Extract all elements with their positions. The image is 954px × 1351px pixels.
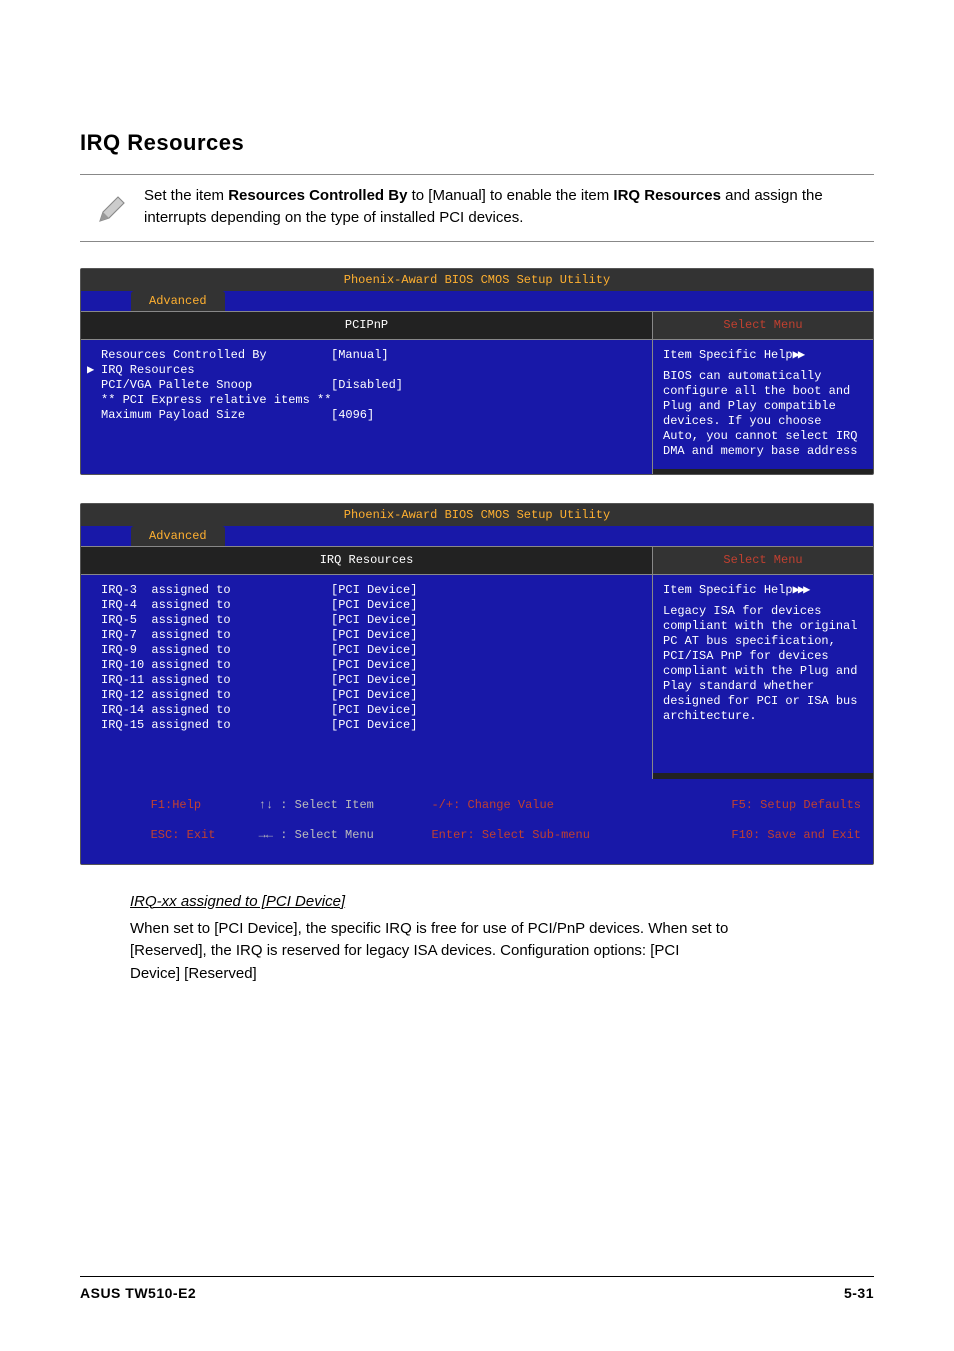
bios-item-value: [Disabled] [331,378,403,393]
bios-item-value: [PCI Device] [331,673,417,688]
bios-row[interactable]: IRQ-7 assigned to[PCI Device] [101,628,632,643]
body-paragraph: When set to [PCI Device], the specific I… [130,918,730,986]
bios-header: Phoenix-Award BIOS CMOS Setup Utility [81,504,873,526]
bios-row[interactable]: IRQ-3 assigned to[PCI Device] [101,583,632,598]
pencil-icon [80,185,144,229]
bios-row[interactable]: IRQ-11 assigned to[PCI Device] [101,673,632,688]
bios-row[interactable]: Resources Controlled By[Manual] [101,348,632,363]
note-block: Set the item Resources Controlled By to … [80,174,874,242]
bios-header: Phoenix-Award BIOS CMOS Setup Utility [81,269,873,291]
bios-item-value: [PCI Device] [331,583,417,598]
bios-row[interactable]: IRQ-12 assigned to[PCI Device] [101,688,632,703]
bios-item-label: IRQ-12 assigned to [101,688,331,703]
bios-row[interactable]: Maximum Payload Size[4096] [101,408,632,423]
bios-item-value: [PCI Device] [331,688,417,703]
bios-item-label: IRQ-5 assigned to [101,613,331,628]
bios-help-content: Item Specific Help▶▶▶ Legacy ISA for dev… [653,575,873,773]
bios-main-content: Resources Controlled By[Manual]▶IRQ Reso… [81,340,652,474]
bios-item-value: [PCI Device] [331,613,417,628]
bios-panel-pcipnp: Phoenix-Award BIOS CMOS Setup Utility Ad… [80,268,874,475]
bios-item-value: [PCI Device] [331,598,417,613]
bios-side-title: Select Menu [653,312,873,340]
bios-item-label: IRQ-4 assigned to [101,598,331,613]
page-footer: ASUS TW510-E2 5-31 [80,1276,874,1301]
pointer-icon: ▶ [87,363,94,378]
bios-item-value: [PCI Device] [331,718,417,733]
bios-side-title: Select Menu [653,547,873,575]
chevron-right-icon: ▶▶ [793,348,803,362]
bios-item-label: IRQ-11 assigned to [101,673,331,688]
footer-page-number: 5-31 [844,1285,874,1301]
bios-item-label: IRQ-7 assigned to [101,628,331,643]
bios-main-content: IRQ-3 assigned to[PCI Device]IRQ-4 assig… [81,575,652,779]
bios-item-label: IRQ-9 assigned to [101,643,331,658]
bios-row[interactable]: IRQ-4 assigned to[PCI Device] [101,598,632,613]
footer-product: ASUS TW510-E2 [80,1285,196,1301]
bios-tabs: Advanced [81,526,873,546]
bios-item-value: [PCI Device] [331,628,417,643]
bios-item-label: ** PCI Express relative items ** [101,393,331,408]
bios-main-title: PCIPnP [81,312,652,340]
bios-item-label: IRQ-10 assigned to [101,658,331,673]
bios-row[interactable]: ** PCI Express relative items ** [101,393,632,408]
tab-advanced[interactable]: Advanced [131,291,225,311]
bios-row[interactable]: IRQ-5 assigned to[PCI Device] [101,613,632,628]
chevron-right-icon: ▶▶▶ [793,583,809,597]
bios-item-label: Maximum Payload Size [101,408,331,423]
bios-item-label: IRQ-15 assigned to [101,718,331,733]
bios-item-value: [4096] [331,408,374,423]
bios-item-label: IRQ Resources [101,363,331,378]
bios-item-value: [Manual] [331,348,389,363]
bios-item-value: [PCI Device] [331,658,417,673]
bios-row[interactable]: IRQ-14 assigned to[PCI Device] [101,703,632,718]
bios-row[interactable]: ▶IRQ Resources [101,363,632,378]
bios-item-value: [PCI Device] [331,703,417,718]
bios-row[interactable]: IRQ-9 assigned to[PCI Device] [101,643,632,658]
bios-item-label: IRQ-14 assigned to [101,703,331,718]
bios-panel-irq: Phoenix-Award BIOS CMOS Setup Utility Ad… [80,503,874,865]
tab-advanced[interactable]: Advanced [131,526,225,546]
bios-row[interactable]: IRQ-10 assigned to[PCI Device] [101,658,632,673]
bios-help-content: Item Specific Help▶▶ BIOS can automatica… [653,340,873,469]
bios-main-title: IRQ Resources [81,547,652,575]
note-text: Set the item Resources Controlled By to … [144,185,874,229]
sub-heading: IRQ-xx assigned to [PCI Device] [130,893,874,910]
bios-footer: F1:Help ↑↓ : Select Item ESC: Exit →← : … [81,779,873,864]
bios-item-value: [PCI Device] [331,643,417,658]
bios-item-label: Resources Controlled By [101,348,331,363]
section-heading: IRQ Resources [80,130,874,156]
bios-item-label: PCI/VGA Pallete Snoop [101,378,331,393]
bios-row[interactable]: PCI/VGA Pallete Snoop[Disabled] [101,378,632,393]
bios-tabs: Advanced [81,291,873,311]
bios-row[interactable]: IRQ-15 assigned to[PCI Device] [101,718,632,733]
bios-item-label: IRQ-3 assigned to [101,583,331,598]
